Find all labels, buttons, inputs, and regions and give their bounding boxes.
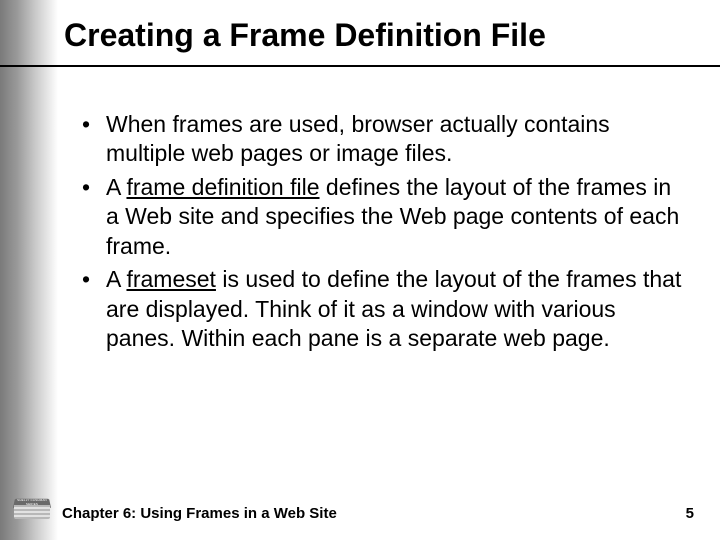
chapter-label: Chapter 6: Using Frames in a Web Site [62,505,337,522]
bullet-item: When frames are used, browser actually c… [78,110,690,169]
slide-title: Creating a Frame Definition File [64,18,690,53]
bullet-item: A frame definition file defines the layo… [78,173,690,261]
bullet-term-underlined: frameset [126,266,215,292]
slide-body: When frames are used, browser actually c… [78,110,690,358]
bullet-text: A [106,174,126,200]
page-number: 5 [686,505,694,522]
slide-footer: SHELLY CASHMAN SERIES Chapter 6: Using F… [0,496,720,526]
series-logo-icon: SHELLY CASHMAN SERIES [10,496,54,526]
bullet-text: When frames are used, browser actually c… [106,111,610,166]
title-underline-rule [0,65,720,67]
bullet-term-underlined: frame definition file [126,174,319,200]
bullet-item: A frameset is used to define the layout … [78,265,690,353]
slide: Creating a Frame Definition File When fr… [0,0,720,540]
side-gradient-decoration [0,0,58,540]
bullet-list: When frames are used, browser actually c… [78,110,690,354]
bullet-text: A [106,266,126,292]
